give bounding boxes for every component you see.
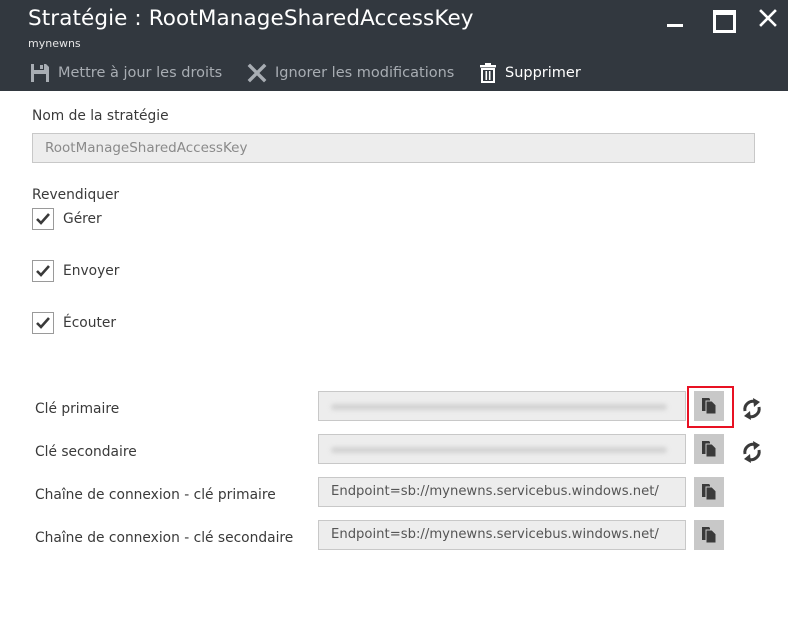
claim-listen[interactable]: Écouter — [32, 312, 116, 334]
policy-name-label: Nom de la stratégie — [32, 108, 169, 124]
regenerate-secondary-key-button[interactable] — [739, 439, 765, 465]
discard-changes-button[interactable]: Ignorer les modifications — [247, 60, 454, 86]
secondary-connection-string-field[interactable]: Endpoint=sb://mynewns.servicebus.windows… — [318, 520, 686, 550]
close-icon[interactable] — [757, 8, 779, 30]
checkmark-icon — [36, 317, 50, 329]
discard-x-icon — [247, 63, 267, 83]
blade-title: Stratégie : RootManageSharedAccessKey — [28, 6, 474, 31]
copy-primary-connection-string-button[interactable] — [694, 477, 724, 507]
listen-label: Écouter — [63, 315, 117, 331]
regenerate-primary-key-button[interactable] — [739, 396, 765, 422]
copy-highlight-box — [687, 386, 734, 428]
minimize-icon[interactable] — [664, 8, 686, 30]
copy-secondary-connection-string-button[interactable] — [694, 520, 724, 550]
copy-icon — [702, 441, 717, 458]
listen-checkbox[interactable] — [32, 312, 54, 334]
secondary-key-field[interactable] — [318, 434, 686, 464]
send-checkbox[interactable] — [32, 260, 54, 282]
policy-name-input[interactable]: RootManageSharedAccessKey — [32, 133, 755, 163]
update-rights-label: Mettre à jour les droits — [58, 65, 223, 81]
claim-send[interactable]: Envoyer — [32, 260, 119, 282]
maximize-icon[interactable] — [711, 8, 736, 33]
copy-icon — [702, 527, 717, 544]
blade-subtitle: mynewns — [28, 37, 81, 50]
trash-icon — [480, 63, 496, 83]
secondary-key-label: Clé secondaire — [35, 444, 137, 460]
delete-button[interactable]: Supprimer — [479, 60, 581, 86]
save-icon — [31, 64, 49, 82]
refresh-icon — [743, 398, 761, 420]
refresh-icon — [743, 441, 761, 463]
claims-label: Revendiquer — [32, 187, 120, 203]
blade-header: Stratégie : RootManageSharedAccessKey my… — [0, 0, 788, 91]
send-label: Envoyer — [63, 263, 120, 279]
primary-connection-string-label: Chaîne de connexion - clé primaire — [35, 487, 276, 503]
discard-changes-label: Ignorer les modifications — [275, 65, 455, 81]
update-rights-button[interactable]: Mettre à jour les droits — [30, 60, 222, 86]
secondary-connection-string-label: Chaîne de connexion - clé secondaire — [35, 530, 294, 546]
delete-label: Supprimer — [505, 65, 581, 81]
checkmark-icon — [36, 265, 50, 277]
manage-checkbox[interactable] — [32, 208, 54, 230]
manage-label: Gérer — [63, 211, 102, 227]
primary-connection-string-field[interactable]: Endpoint=sb://mynewns.servicebus.windows… — [318, 477, 686, 507]
copy-secondary-key-button[interactable] — [694, 434, 724, 464]
copy-icon — [702, 484, 717, 501]
primary-key-field[interactable] — [318, 391, 686, 421]
checkmark-icon — [36, 213, 50, 225]
claim-manage[interactable]: Gérer — [32, 208, 102, 230]
primary-key-label: Clé primaire — [35, 401, 120, 417]
